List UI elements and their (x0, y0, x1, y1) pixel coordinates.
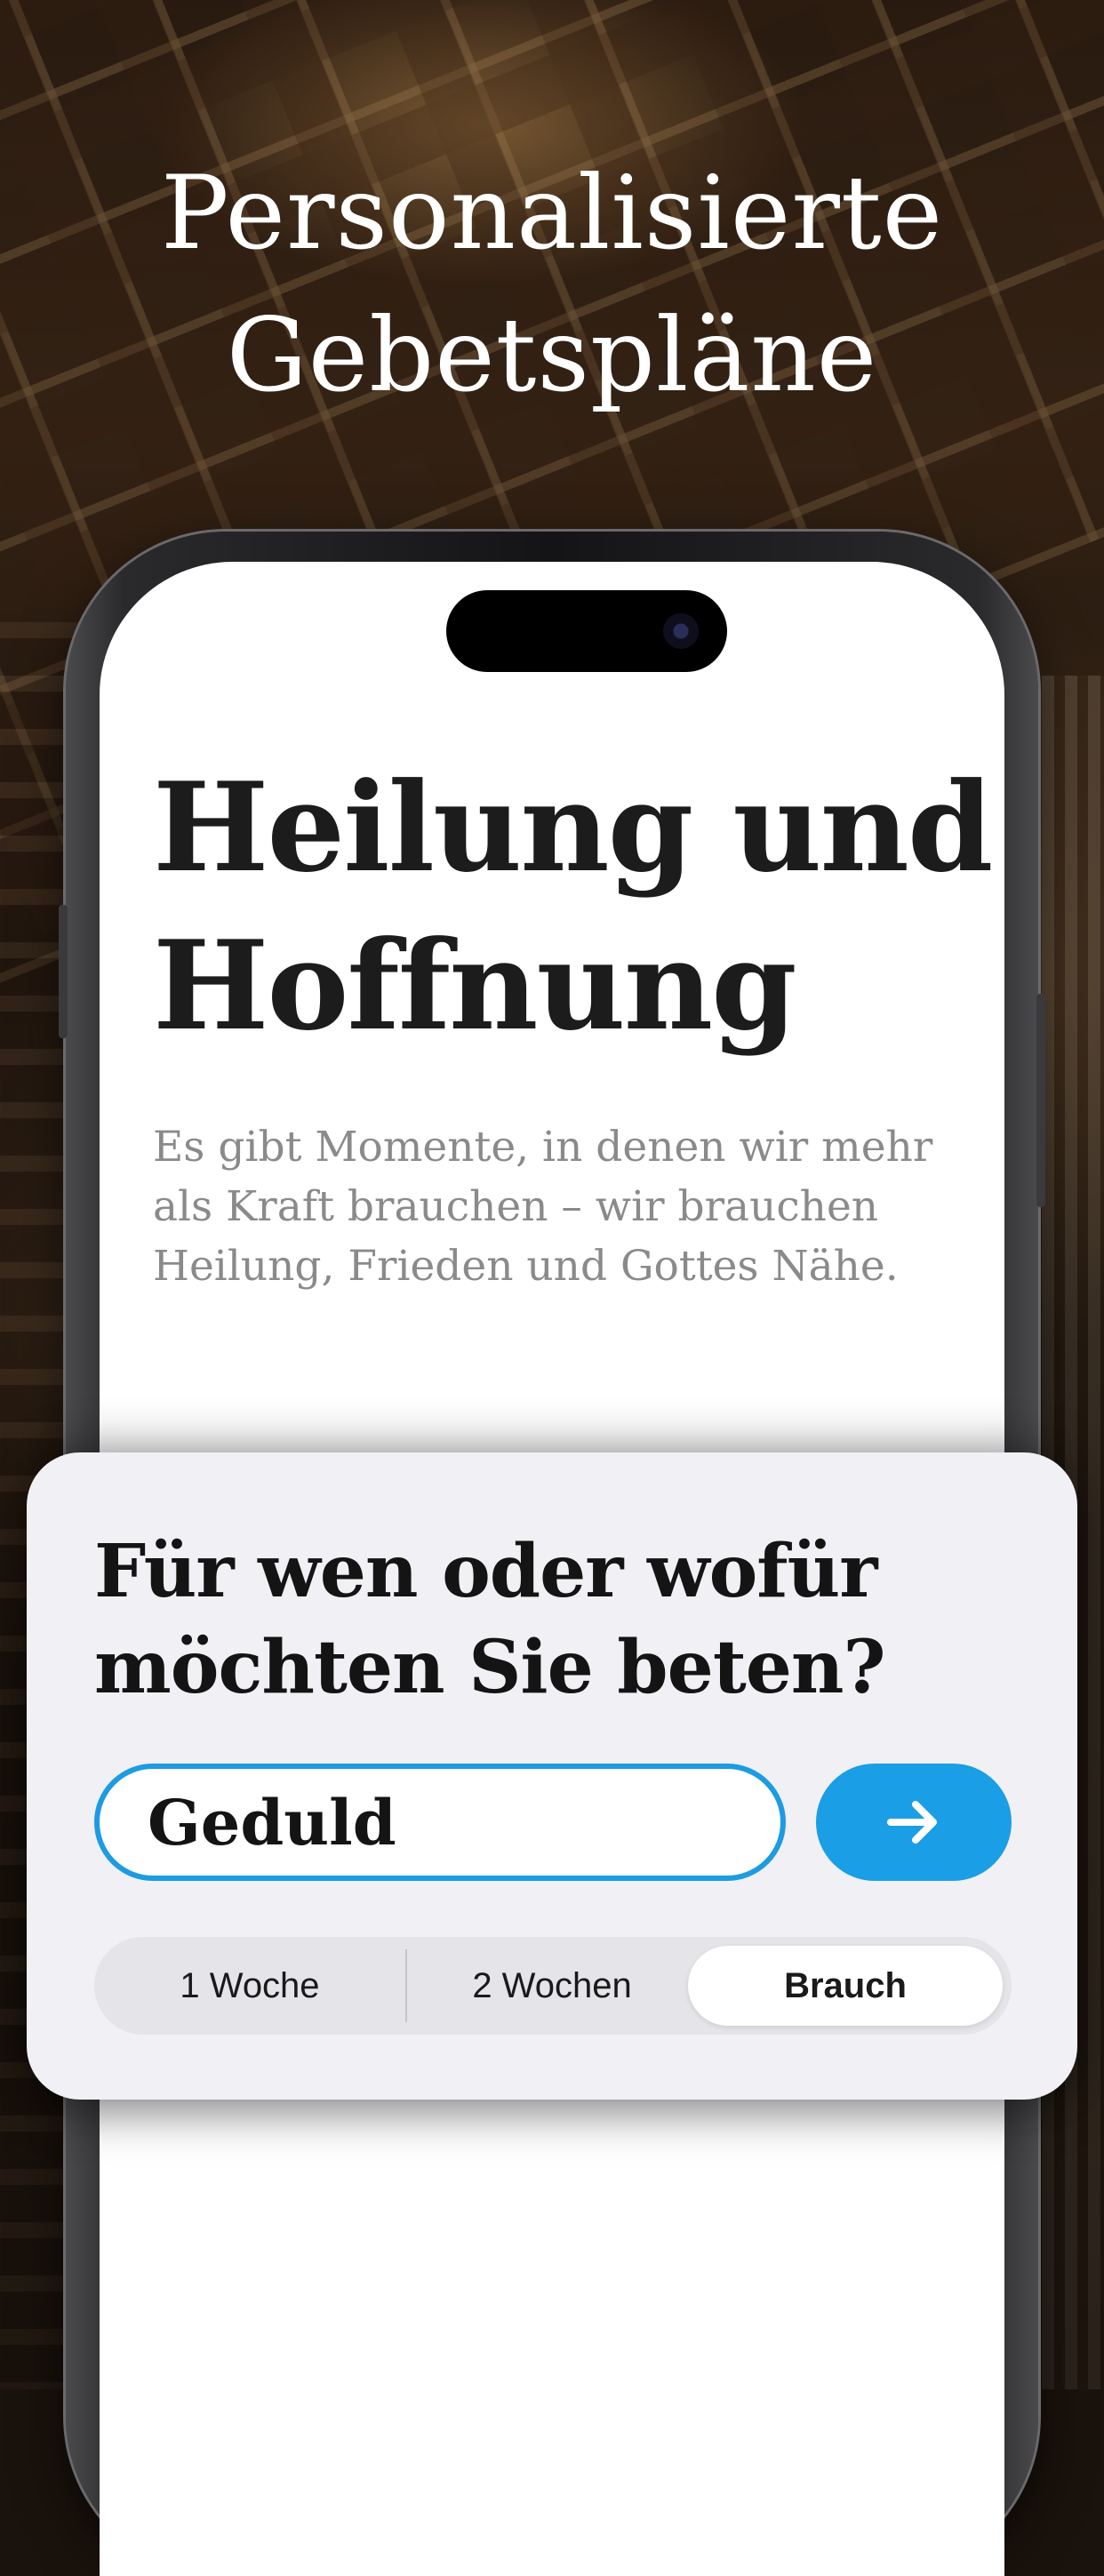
headline-line-1: Personalisierte (160, 154, 944, 272)
dynamic-island (446, 590, 727, 672)
prayer-question: Für wen oder wofür möchten Sie beten? (94, 1524, 1019, 1716)
promo-headline: Personalisierte Gebetspläne (0, 142, 1104, 427)
duration-option-2-weeks[interactable]: 2 Wochen (405, 1937, 699, 2035)
duration-selector: 1 Woche 2 Wochen Brauch (94, 1937, 1012, 2035)
plan-title: Heilung und Hoffnung (153, 748, 1004, 1065)
prayer-question-line-2: möchten Sie beten? (94, 1625, 886, 1710)
duration-option-custom-selected[interactable]: Brauch (688, 1946, 1003, 2026)
plan-title-line-2: Hoffnung (153, 913, 797, 1058)
prayer-intent-card: Für wen oder wofür möchten Sie beten? 1 … (27, 1452, 1077, 2100)
phone-side-button-left (59, 905, 68, 1038)
duration-option-1-week[interactable]: 1 Woche (94, 1937, 405, 2035)
front-camera-icon (663, 613, 699, 649)
submit-button[interactable] (816, 1764, 1012, 1881)
headline-line-2: Gebetspläne (226, 296, 878, 414)
intent-input-container[interactable] (94, 1764, 786, 1881)
plan-description: Es gibt Momente, in denen wir mehr als K… (153, 1123, 933, 1291)
prayer-question-line-1: Für wen oder wofür (94, 1529, 877, 1614)
intent-input[interactable] (148, 1769, 752, 1876)
plan-title-line-1: Heilung und (153, 755, 993, 900)
arrow-right-icon (887, 1801, 937, 1844)
phone-side-button-right (1036, 994, 1045, 1207)
